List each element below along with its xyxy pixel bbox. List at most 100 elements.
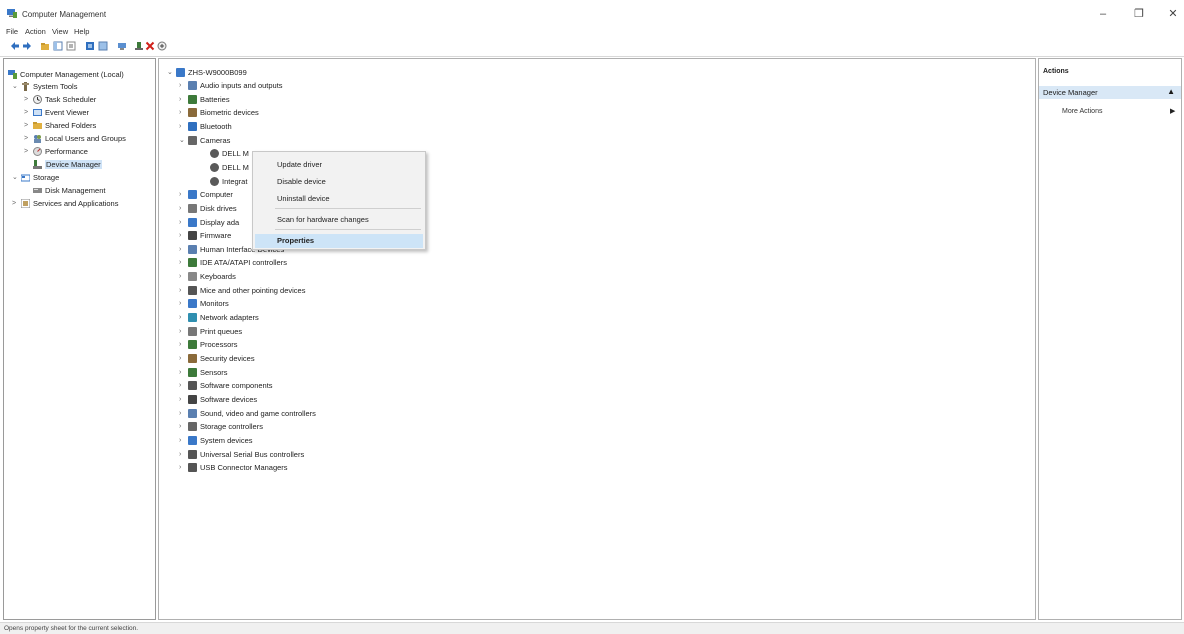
toolbar [0,39,1184,54]
context-separator [275,208,421,209]
chevron-right-icon[interactable]: > [24,108,31,117]
menu-help[interactable]: Help [74,27,89,36]
forward-icon[interactable] [22,41,32,51]
network-icon [188,313,197,323]
sensor-icon [188,367,197,377]
chevron-right-icon[interactable]: > [24,134,31,143]
camera-icon [188,135,197,145]
hid-icon [188,244,197,254]
actions-pane [1038,58,1182,620]
chevron-right-icon[interactable]: › [179,368,186,377]
chevron-right-icon[interactable]: > [24,121,31,130]
show-tree-icon[interactable] [53,41,63,51]
biometric-icon [188,108,197,118]
chevron-right-icon[interactable]: › [179,218,186,227]
clock-icon [33,95,42,104]
chevron-right-icon[interactable]: › [179,258,186,267]
sound-icon [188,408,197,418]
chevron-right-icon[interactable]: › [179,409,186,418]
services-icon [21,199,30,208]
chevron-down-icon[interactable]: ⌄ [12,173,19,182]
actions-group-device-manager[interactable]: Device Manager ▲ [1039,86,1181,99]
chevron-right-icon[interactable]: › [179,381,186,390]
menu-action[interactable]: Action [25,27,46,36]
chevron-right-icon[interactable]: › [179,354,186,363]
chevron-down-icon[interactable]: ⌄ [12,82,19,91]
chevron-right-icon[interactable]: > [24,147,31,156]
chevron-right-icon[interactable]: › [179,272,186,281]
chevron-right-icon[interactable]: › [179,108,186,117]
properties-icon[interactable] [66,41,76,51]
display-icon [188,217,197,227]
camera-icon [210,162,219,172]
menu-file[interactable]: File [6,27,18,36]
chevron-right-icon[interactable]: › [179,327,186,336]
computer-management-icon [8,70,17,79]
printer-icon [188,326,197,336]
minimize-button[interactable]: – [1088,6,1118,22]
chevron-right-icon[interactable]: › [179,204,186,213]
chevron-right-icon[interactable]: > [24,95,31,104]
uninstall-icon[interactable] [145,41,155,51]
up-folder-icon[interactable] [40,41,50,51]
chevron-down-icon[interactable]: ⌄ [167,68,174,77]
context-item-scan-hardware[interactable]: Scan for hardware changes [277,215,369,224]
storage-icon [21,174,30,182]
context-item-uninstall-device[interactable]: Uninstall device [277,194,330,203]
performance-icon [33,147,42,156]
bluetooth-icon [188,121,197,131]
actions-header: Actions [1043,68,1069,75]
system-device-icon [188,435,197,445]
mouse-icon [188,285,197,295]
menu-view[interactable]: View [52,27,68,36]
context-separator [275,229,421,230]
chevron-right-icon[interactable]: › [179,190,186,199]
context-item-properties[interactable]: Properties [255,234,423,248]
chevron-right-icon[interactable]: › [179,245,186,254]
disk-icon [33,188,42,193]
speaker-icon [188,81,197,90]
chevron-right-icon[interactable]: › [179,436,186,445]
security-icon [188,354,197,363]
chevron-right-icon[interactable]: › [179,395,186,404]
storage-controller-icon [188,422,197,432]
chevron-right-icon[interactable]: › [179,81,186,90]
chevron-right-icon[interactable]: › [179,340,186,349]
computer-management-icon [7,9,17,18]
console-tree-icon[interactable] [98,41,108,51]
chevron-right-icon[interactable]: › [179,422,186,431]
context-item-disable-device[interactable]: Disable device [277,177,326,186]
submenu-arrow-icon: ▶ [1170,108,1176,115]
chevron-down-icon[interactable]: ⌄ [179,136,186,145]
chevron-right-icon[interactable]: › [179,231,186,240]
software-component-icon [188,381,197,391]
computer-icon [188,190,197,200]
maximize-button[interactable]: ❐ [1124,6,1154,22]
help-icon[interactable] [85,41,95,51]
scan-hardware-icon[interactable] [117,41,127,51]
device-tree-pane[interactable]: ⌄ ZHS-W9000B099 › Audio inputs and outputs ›… [158,58,1036,620]
update-driver-icon[interactable] [134,41,144,51]
chevron-right-icon[interactable]: › [179,313,186,322]
disk-drive-icon [188,203,197,213]
shared-folder-icon [33,122,42,129]
chevron-right-icon[interactable]: › [179,450,186,459]
more-actions-item[interactable]: More Actions [1062,108,1102,115]
collapse-icon[interactable]: ▲ [1167,87,1175,96]
enable-device-icon[interactable] [157,41,167,51]
battery-icon [188,94,197,104]
context-item-update-driver[interactable]: Update driver [277,160,322,169]
software-device-icon [188,394,197,404]
chevron-right-icon[interactable]: › [179,122,186,131]
chevron-right-icon[interactable]: › [179,95,186,104]
chevron-right-icon[interactable]: › [179,463,186,472]
close-button[interactable]: ✕ [1158,6,1184,22]
back-icon[interactable] [10,41,20,51]
computer-icon [176,68,185,77]
actions-group-label: Device Manager [1043,88,1098,97]
console-tree-pane[interactable]: Computer Management (Local) ⌄ System Too… [3,58,156,620]
chevron-right-icon[interactable]: › [179,299,186,308]
users-icon [34,135,41,143]
chevron-right-icon[interactable]: › [179,286,186,295]
chevron-right-icon[interactable]: > [12,199,19,208]
